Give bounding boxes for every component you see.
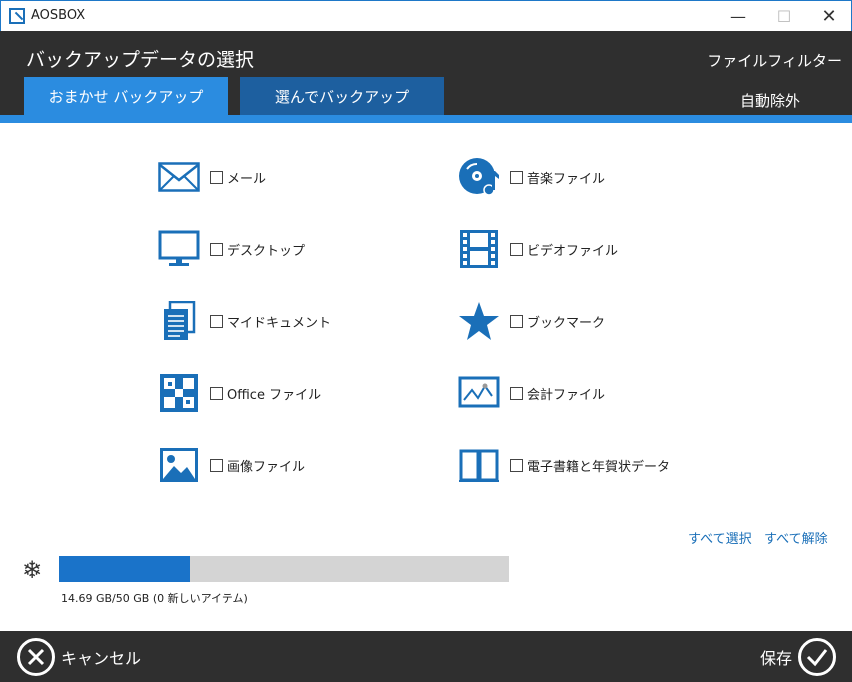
video-label: ビデオファイル <box>527 243 619 259</box>
category-music[interactable]: 音楽ファイル <box>458 157 605 197</box>
mail-label: メール <box>227 171 267 187</box>
close-button[interactable]: ✕ <box>806 1 852 32</box>
star-icon <box>458 301 500 341</box>
bookmarks-checkbox[interactable] <box>510 314 523 328</box>
category-ebooks[interactable]: 電子書籍と年賀状データ <box>458 445 670 485</box>
category-accounting[interactable]: 会計ファイル <box>458 373 605 413</box>
category-office[interactable]: Office ファイル <box>158 373 321 413</box>
check-circle-icon <box>798 638 836 676</box>
documents-checkbox[interactable] <box>210 314 223 328</box>
close-circle-icon <box>17 638 55 676</box>
category-video[interactable]: ビデオファイル <box>458 229 618 269</box>
deselect-all-link[interactable]: すべて解除 <box>764 528 828 547</box>
minimize-button[interactable]: — <box>715 1 761 32</box>
header: バックアップデータの選択 おまかせ バックアップ 選んでバックアップ ファイルフ… <box>0 31 852 115</box>
documents-icon <box>158 301 200 341</box>
window-title: AOSBOX <box>31 8 86 23</box>
mail-icon <box>158 157 200 197</box>
music-label: 音楽ファイル <box>527 171 606 187</box>
tab-manual-backup[interactable]: 選んでバックアップ <box>240 77 444 115</box>
file-filter-link[interactable]: ファイルフィルター <box>707 50 842 71</box>
footer: キャンセル 保存 <box>0 631 852 682</box>
category-mail[interactable]: メール <box>158 157 266 197</box>
images-checkbox[interactable] <box>210 458 223 472</box>
category-desktop[interactable]: デスクトップ <box>158 229 305 269</box>
ebooks-checkbox[interactable] <box>510 458 523 472</box>
video-icon <box>458 229 500 269</box>
window-titlebar: AOSBOX — ☐ ✕ <box>0 0 852 31</box>
music-checkbox[interactable] <box>510 170 523 184</box>
storage-text: 14.69 GB/50 GB (0 新しいアイテム) <box>61 592 248 605</box>
save-button[interactable]: 保存 <box>760 637 836 677</box>
image-icon <box>158 445 200 485</box>
accounting-checkbox[interactable] <box>510 386 523 400</box>
cancel-button[interactable]: キャンセル <box>17 637 141 677</box>
storage-progress-bar <box>59 556 509 582</box>
bookmarks-label: ブックマーク <box>527 315 606 331</box>
cancel-label: キャンセル <box>61 649 142 668</box>
accounting-label: 会計ファイル <box>527 387 606 403</box>
ebooks-label: 電子書籍と年賀状データ <box>527 459 671 475</box>
documents-label: マイドキュメント <box>227 315 332 331</box>
tab-auto-backup[interactable]: おまかせ バックアップ <box>24 77 228 115</box>
category-images[interactable]: 画像ファイル <box>158 445 305 485</box>
select-all-link[interactable]: すべて選択 <box>688 528 752 547</box>
category-bookmarks[interactable]: ブックマーク <box>458 301 605 341</box>
page-title: バックアップデータの選択 <box>26 49 255 71</box>
images-label: 画像ファイル <box>227 459 306 475</box>
accounting-icon <box>458 373 500 413</box>
save-label: 保存 <box>759 649 792 668</box>
accent-bar <box>0 115 852 123</box>
snowflake-icon: ❄ <box>22 556 43 584</box>
office-icon <box>158 373 200 413</box>
office-checkbox[interactable] <box>210 386 223 400</box>
category-documents[interactable]: マイドキュメント <box>158 301 331 341</box>
desktop-label: デスクトップ <box>227 243 306 259</box>
auto-exclude-link[interactable]: 自動除外 <box>740 90 800 111</box>
app-logo-icon <box>9 8 25 24</box>
maximize-button[interactable]: ☐ <box>761 1 807 32</box>
storage-progress-fill <box>59 556 190 582</box>
office-label: Office ファイル <box>227 387 322 403</box>
desktop-icon <box>158 229 200 269</box>
book-icon <box>458 445 500 485</box>
desktop-checkbox[interactable] <box>210 242 223 256</box>
mail-checkbox[interactable] <box>210 170 223 184</box>
music-icon <box>458 157 500 197</box>
video-checkbox[interactable] <box>510 242 523 256</box>
